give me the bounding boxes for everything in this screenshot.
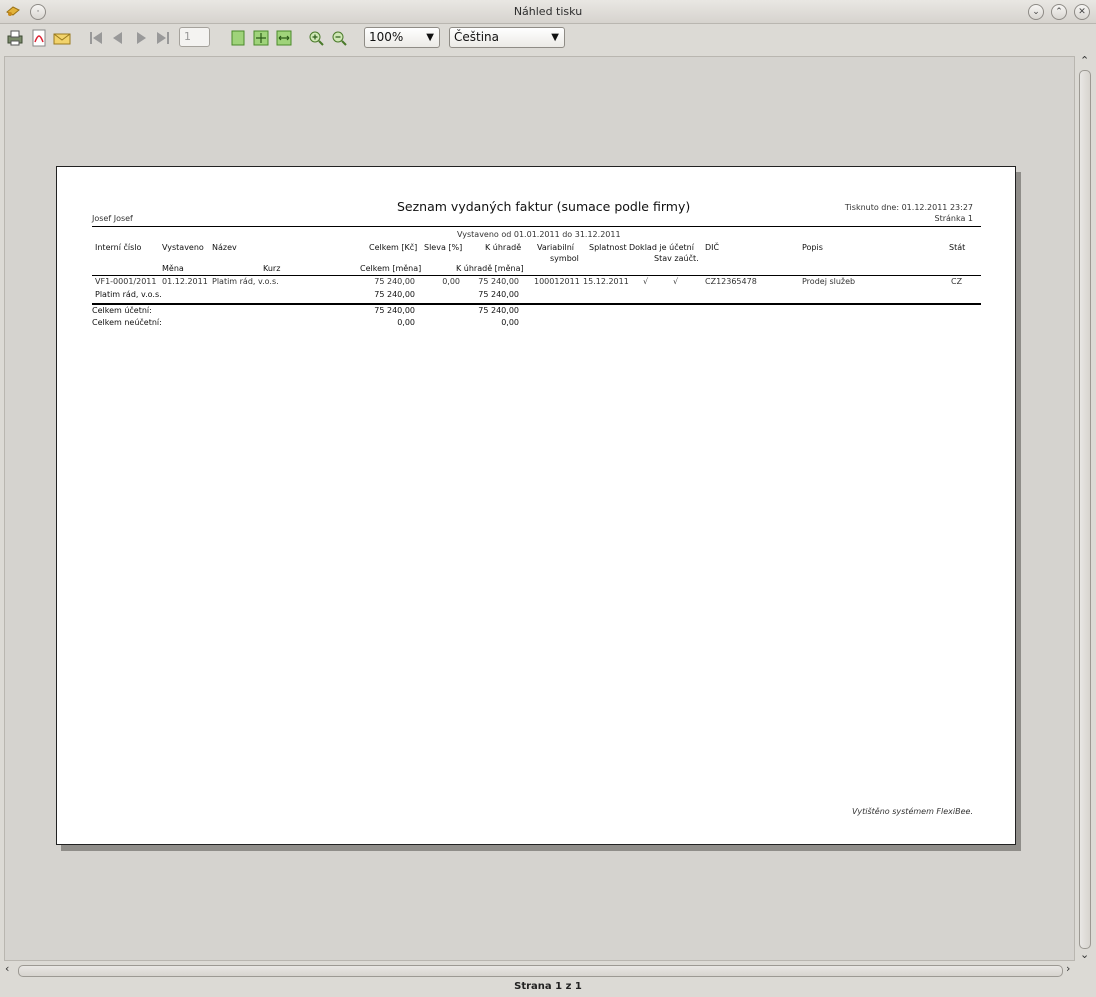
group-k-uhrade: 75 240,00: [478, 290, 519, 299]
zoom-select-value: 100%: [369, 30, 404, 44]
col-celkem-mena: Celkem [měna]: [360, 264, 422, 273]
col-variabilni: Variabilní: [537, 243, 574, 252]
printed-date: Tisknuto dne: 01.12.2011 23:27: [844, 203, 973, 212]
col-mena: Měna: [162, 264, 184, 273]
status-bar: Strana 1 z 1: [514, 981, 582, 992]
report-footer: Vytištěno systémem FlexiBee.: [851, 807, 973, 816]
group-celkem: 75 240,00: [374, 290, 415, 299]
cell-vystaveno: 01.12.2011: [162, 277, 208, 286]
col-k-uhrade-mena: K úhradě [měna]: [456, 264, 524, 273]
col-stat: Stát: [949, 243, 966, 252]
fit-all-button[interactable]: [252, 29, 270, 47]
report-user: Josef Josef: [92, 214, 133, 223]
total-ucetni-celkem: 75 240,00: [374, 306, 415, 315]
col-k-uhrade: K úhradě: [485, 243, 522, 252]
cell-celkem: 75 240,00: [374, 277, 415, 286]
first-page-icon: [90, 32, 102, 44]
previous-page-button[interactable]: [109, 29, 127, 47]
total-neucetni-celkem: 0,00: [397, 318, 415, 327]
report-title: Seznam vydaných faktur (sumace podle fir…: [397, 199, 691, 214]
cell-nazev: Platim rád, v.o.s.: [212, 277, 279, 286]
col-symbol: symbol: [550, 254, 579, 263]
total-ucetni-label: Celkem účetní:: [92, 306, 152, 315]
header-divider: [92, 226, 981, 227]
vertical-scrollbar[interactable]: ⌃ ⌄: [1077, 54, 1092, 961]
previous-page-icon: [113, 32, 122, 44]
fit-all-icon: [253, 30, 269, 46]
scroll-right-icon[interactable]: ›: [1066, 962, 1070, 975]
print-button[interactable]: [6, 29, 24, 47]
col-stav-zauct: Stav zaúčt.: [654, 254, 699, 263]
last-page-icon: [157, 32, 169, 44]
col-popis: Popis: [802, 243, 823, 252]
col-kurz: Kurz: [263, 264, 281, 273]
col-splatnost: Splatnost: [589, 243, 627, 252]
columns-divider: [92, 275, 981, 276]
group-name: Platim rád, v.o.s.: [95, 290, 162, 299]
col-doklad-ucetni: Doklad je účetní: [629, 243, 694, 252]
cell-sleva: 0,00: [442, 277, 460, 286]
col-nazev: Název: [212, 243, 237, 252]
horizontal-scroll-thumb[interactable]: [18, 965, 1063, 977]
col-interni-cislo: Interní číslo: [95, 243, 142, 252]
report-page: Seznam vydaných faktur (sumace podle fir…: [56, 166, 1016, 845]
zoom-out-button[interactable]: [330, 29, 348, 47]
horizontal-scrollbar[interactable]: ‹ ›: [4, 962, 1075, 978]
last-page-button[interactable]: [154, 29, 172, 47]
page-label: Stránka 1: [934, 214, 973, 223]
maximize-button[interactable]: ⌃: [1051, 4, 1067, 20]
cell-splatnost: 15.12.2011: [583, 277, 629, 286]
zoom-out-icon: [332, 31, 347, 46]
total-neucetni-k-uhrade: 0,00: [501, 318, 519, 327]
chevron-down-icon: ▼: [551, 32, 559, 43]
chevron-down-icon: ▼: [426, 32, 434, 43]
scroll-up-icon[interactable]: ⌃: [1080, 54, 1089, 67]
fit-page-button[interactable]: [229, 29, 247, 47]
report-period: Vystaveno od 01.01.2011 do 31.12.2011: [457, 230, 621, 239]
language-select[interactable]: Čeština ▼: [449, 27, 565, 48]
zoom-in-button[interactable]: [307, 29, 325, 47]
check-stav-icon: √: [673, 277, 679, 286]
cell-popis: Prodej služeb: [802, 277, 856, 286]
language-select-value: Čeština: [454, 30, 500, 44]
col-dic: DIČ: [705, 243, 720, 252]
cell-interni-cislo: VF1-0001/2011: [95, 277, 157, 286]
totals-divider: [92, 303, 981, 305]
window-titlebar: · Náhled tisku ⌄ ⌃ ✕: [0, 0, 1096, 24]
cell-dic: CZ12365478: [705, 277, 757, 286]
col-vystaveno: Vystaveno: [162, 243, 204, 252]
export-pdf-button[interactable]: [30, 29, 48, 47]
col-sleva: Sleva [%]: [424, 243, 463, 252]
page-number-input[interactable]: 1: [179, 27, 210, 47]
send-email-button[interactable]: [53, 29, 71, 47]
envelope-icon: [53, 33, 71, 45]
fit-width-icon: [276, 30, 292, 46]
pdf-icon: [32, 29, 46, 47]
first-page-button[interactable]: [87, 29, 105, 47]
minimize-button[interactable]: ⌄: [1028, 4, 1044, 20]
window-title: Náhled tisku: [513, 5, 583, 18]
next-page-button[interactable]: [132, 29, 150, 47]
check-doklad-icon: √: [643, 277, 649, 286]
close-button[interactable]: ✕: [1074, 4, 1090, 20]
total-ucetni-k-uhrade: 75 240,00: [478, 306, 519, 315]
fit-width-button[interactable]: [275, 29, 293, 47]
scroll-down-icon[interactable]: ⌄: [1080, 948, 1089, 961]
scroll-left-icon[interactable]: ‹: [5, 962, 9, 975]
next-page-icon: [137, 32, 146, 44]
total-neucetni-label: Celkem neúčetní:: [92, 318, 162, 327]
page-fit-icon: [231, 30, 245, 46]
cell-k-uhrade: 75 240,00: [478, 277, 519, 286]
vertical-scroll-thumb[interactable]: [1079, 70, 1091, 949]
cell-variabilni: 100012011: [534, 277, 580, 286]
zoom-in-icon: [309, 31, 324, 46]
zoom-select[interactable]: 100% ▼: [364, 27, 440, 48]
printer-icon: [7, 30, 23, 46]
col-celkem-kc: Celkem [Kč]: [369, 243, 418, 252]
cell-stat: CZ: [951, 277, 963, 286]
